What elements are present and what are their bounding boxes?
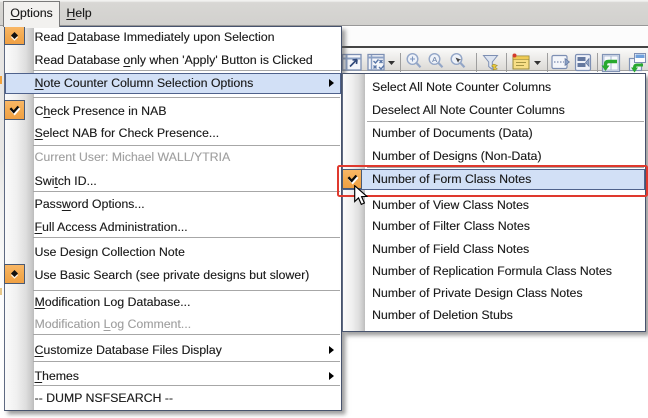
svg-text:A: A [432, 55, 437, 64]
